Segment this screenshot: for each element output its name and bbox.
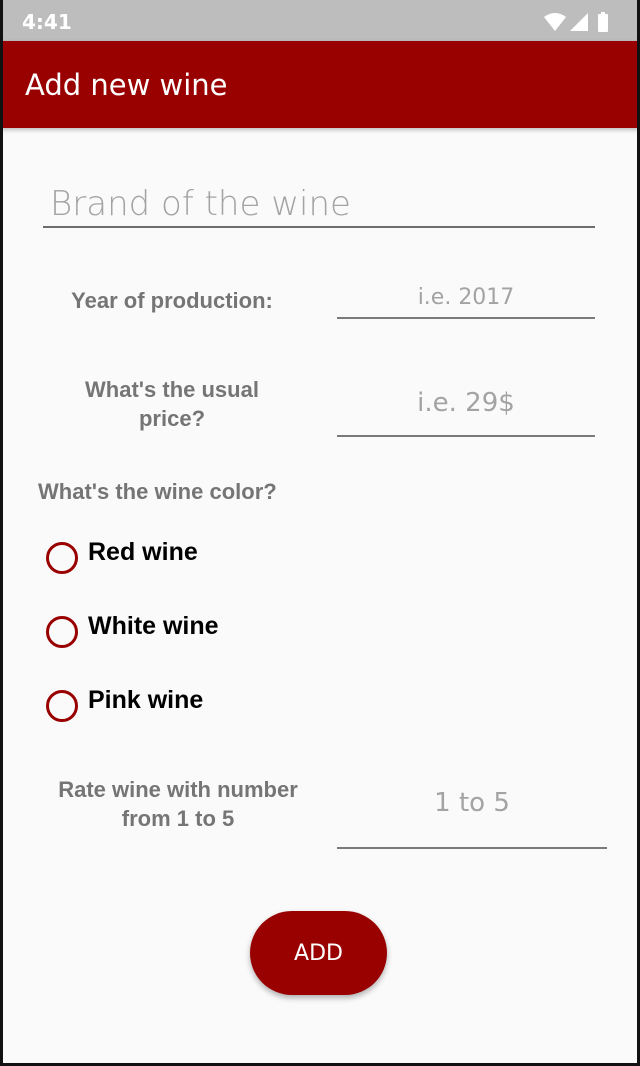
add-button[interactable]: ADD	[250, 911, 387, 995]
page-title: Add new wine	[25, 68, 228, 102]
price-label: What's the usual price?	[62, 375, 282, 433]
price-label-line2: price?	[138, 406, 206, 431]
wine-color-question: What's the wine color?	[38, 479, 277, 504]
wifi-icon	[544, 13, 566, 31]
white-wine-radio[interactable]	[46, 616, 78, 648]
price-input-placeholder: i.e. 29$	[417, 388, 515, 418]
rating-label: Rate wine with number from 1 to 5	[42, 775, 314, 833]
status-time: 4:41	[22, 10, 72, 34]
rating-input-placeholder: 1 to 5	[434, 788, 510, 818]
red-wine-radio[interactable]	[46, 542, 78, 574]
signal-icon	[570, 13, 588, 31]
battery-icon	[598, 12, 608, 32]
app-bar: Add new wine	[0, 41, 640, 128]
rating-label-line2: from 1 to 5	[121, 806, 235, 831]
brand-input-placeholder: Brand of the wine	[50, 184, 351, 224]
status-icons	[542, 12, 618, 32]
year-input-placeholder: i.e. 2017	[417, 285, 515, 310]
price-input[interactable]: i.e. 29$	[337, 380, 595, 437]
brand-input[interactable]: Brand of the wine	[43, 180, 595, 228]
white-wine-label[interactable]: White wine	[88, 612, 219, 641]
price-label-line1: What's the usual	[85, 377, 259, 402]
rating-input[interactable]: 1 to 5	[337, 775, 607, 849]
red-wine-label[interactable]: Red wine	[88, 538, 198, 567]
year-label: Year of production:	[71, 288, 273, 313]
pink-wine-label[interactable]: Pink wine	[88, 686, 203, 715]
status-bar: 4:41	[0, 0, 640, 41]
year-input[interactable]: i.e. 2017	[337, 280, 595, 319]
pink-wine-radio[interactable]	[46, 690, 78, 722]
rating-label-line1: Rate wine with number	[58, 777, 298, 802]
device-frame	[0, 0, 640, 1066]
